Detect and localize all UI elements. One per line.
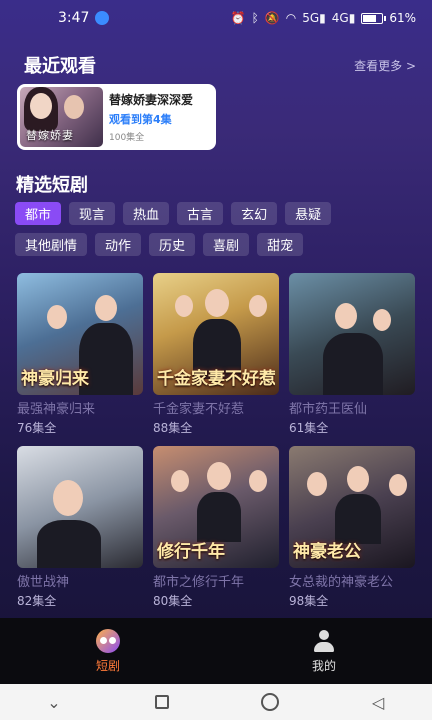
tag-action[interactable]: 动作: [95, 233, 142, 256]
genre-tags: 都市 现言 热血 古言 玄幻 悬疑 其他剧情 动作 历史 喜剧 甜宠: [15, 202, 425, 264]
status-right: ⏰ ᛒ 🔕 ◠ 5G▮ 4G▮ 61%: [231, 11, 416, 25]
drama-card[interactable]: 千金家妻不好惹 千金家妻不好惹 88集全: [153, 273, 279, 436]
back-triangle-icon[interactable]: ◁: [358, 690, 398, 714]
tag-romance[interactable]: 甜宠: [257, 233, 304, 256]
signal-5g-icon: 5G▮: [302, 11, 326, 25]
nav-item-profile[interactable]: 我的: [264, 629, 384, 674]
tag-row: 其他剧情 动作 历史 喜剧 甜宠: [15, 233, 425, 256]
wifi-icon: ◠: [285, 11, 297, 25]
system-nav-bar: ⌄ ◁: [0, 684, 432, 720]
mute-icon: 🔕: [264, 11, 280, 25]
drama-card[interactable]: 修行千年 都市之修行千年 80集全: [153, 446, 279, 609]
drama-title: 傲世战神: [17, 575, 70, 590]
see-more-link[interactable]: 查看更多 >: [354, 57, 416, 74]
drama-title: 都市之修行千年: [153, 575, 245, 590]
recent-info: 替嫁娇妻深深爱 观看到第4集 100集全: [109, 91, 193, 143]
signal-4g-icon: 4G▮: [331, 11, 356, 25]
recent-title: 最近观看: [24, 56, 96, 77]
drama-title: 都市药王医仙: [289, 402, 368, 417]
tag-xuanyi[interactable]: 悬疑: [285, 202, 332, 225]
nav-item-drama[interactable]: 短剧: [48, 628, 168, 674]
drama-title: 女总裁的神豪老公: [289, 575, 394, 590]
drama-grid-row: 傲世战神 82集全 修行千年 都市之修行千年 80集全 神豪老公 女总裁的神豪老: [17, 446, 417, 609]
drama-episodes: 88集全: [153, 421, 193, 435]
drama-card[interactable]: 都市药王医仙 61集全: [289, 273, 415, 436]
recent-header: 最近观看 查看更多 >: [24, 52, 416, 78]
bottom-nav: 短剧 我的: [0, 618, 432, 684]
featured-title: 精选短剧: [16, 175, 88, 196]
tag-xuanhuan[interactable]: 玄幻: [231, 202, 278, 225]
drama-episodes: 61集全: [289, 421, 329, 435]
drama-grid: 神豪归来 最强神豪归来 76集全 千金家妻不好惹 千金家妻不好惹 88集全 都市…: [17, 273, 417, 619]
drama-title: 最强神豪归来: [17, 402, 96, 417]
drama-poster: 神豪老公: [289, 446, 415, 568]
drama-episodes: 82集全: [17, 594, 57, 608]
app-notification-icon: [95, 11, 110, 25]
tag-rexue[interactable]: 热血: [123, 202, 170, 225]
battery-icon: [361, 12, 387, 24]
drama-poster: 神豪归来: [17, 273, 143, 395]
drama-poster-text: 修行千年: [157, 542, 225, 562]
drama-poster-text: 神豪归来: [21, 369, 89, 389]
status-bar: 3:47 ⏰ ᛒ 🔕 ◠ 5G▮ 4G▮ 61%: [0, 0, 432, 36]
drama-poster-text: 千金家妻不好惹: [157, 369, 275, 389]
alarm-icon: ⏰: [230, 11, 246, 25]
bluetooth-icon: ᛒ: [251, 11, 259, 25]
drama-icon: [96, 628, 120, 653]
back-chevron-icon[interactable]: ⌄: [34, 690, 74, 714]
recent-drama-title: 替嫁娇妻深深爱: [109, 93, 194, 107]
tag-row: 都市 现言 热血 古言 玄幻 悬疑: [15, 202, 425, 225]
battery-percent: 61%: [389, 11, 416, 25]
drama-episodes: 98集全: [289, 594, 329, 608]
drama-poster: 修行千年: [153, 446, 279, 568]
drama-card[interactable]: 神豪归来 最强神豪归来 76集全: [17, 273, 143, 436]
drama-episodes: 80集全: [153, 594, 193, 608]
tag-other[interactable]: 其他剧情: [15, 233, 88, 256]
home-circle-icon[interactable]: [250, 690, 290, 714]
nav-label-profile: 我的: [311, 658, 336, 673]
drama-episodes: 76集全: [17, 421, 57, 435]
recent-card[interactable]: 替嫁娇妻 替嫁娇妻深深爱 观看到第4集 100集全: [17, 84, 216, 150]
status-time: 3:47: [58, 10, 90, 26]
drama-card[interactable]: 神豪老公 女总裁的神豪老公 98集全: [289, 446, 415, 609]
recents-square-icon[interactable]: [142, 690, 182, 714]
recent-episodes: 100集全: [109, 133, 145, 143]
drama-poster: [289, 273, 415, 395]
drama-poster-text: 神豪老公: [293, 542, 361, 562]
tag-dushi[interactable]: 都市: [15, 202, 62, 225]
tag-guyan[interactable]: 古言: [177, 202, 224, 225]
drama-grid-row: 神豪归来 最强神豪归来 76集全 千金家妻不好惹 千金家妻不好惹 88集全 都市…: [17, 273, 417, 436]
recent-progress: 观看到第4集: [109, 113, 172, 126]
tag-history[interactable]: 历史: [149, 233, 196, 256]
tag-xianyan[interactable]: 现言: [69, 202, 116, 225]
status-left: 3:47: [58, 10, 110, 26]
tag-comedy[interactable]: 喜剧: [203, 233, 250, 256]
drama-card[interactable]: 傲世战神 82集全: [17, 446, 143, 609]
recent-poster-caption: 替嫁娇妻: [26, 129, 74, 142]
nav-label-drama: 短剧: [95, 658, 120, 673]
drama-poster: [17, 446, 143, 568]
user-icon: [312, 629, 336, 653]
recent-poster: 替嫁娇妻: [20, 87, 103, 147]
drama-poster: 千金家妻不好惹: [153, 273, 279, 395]
drama-title: 千金家妻不好惹: [153, 402, 245, 417]
